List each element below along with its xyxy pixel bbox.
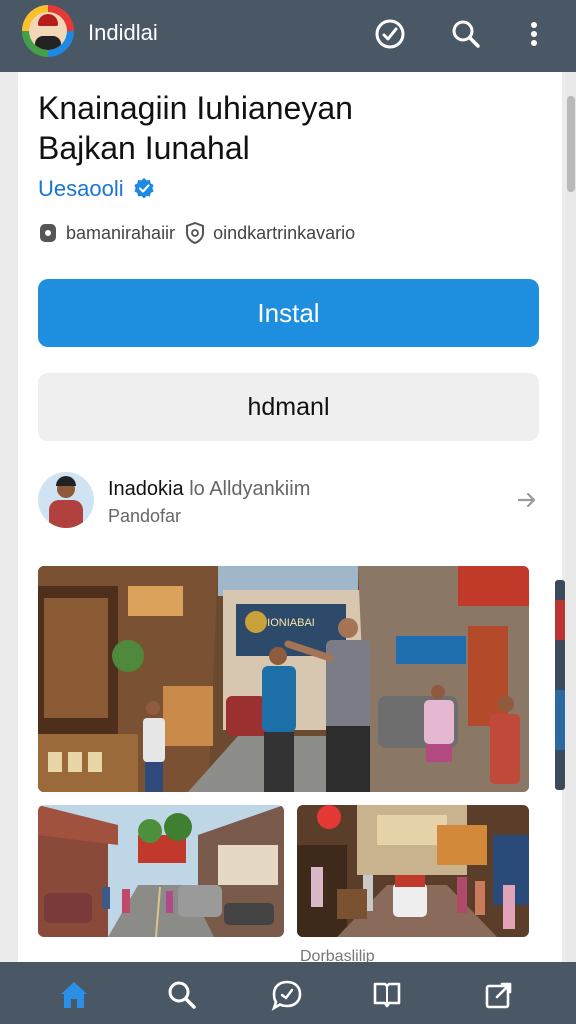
home-icon[interactable] [57,978,91,1012]
share-icon[interactable] [482,978,516,1012]
developer-row[interactable]: Uesaooli [38,176,156,202]
meta-item: bamanirahaiir [38,222,175,244]
search-icon[interactable] [448,16,484,52]
book-icon[interactable] [370,978,404,1012]
install-button[interactable]: Instal [38,279,539,347]
meta-item: oindkartrinkavario [185,222,355,244]
publisher-avatar [38,472,94,528]
app-name: Knainagiin Iuhianeyan Bajkan Iunahal [38,88,538,168]
screenshot-market-hall[interactable] [297,805,529,937]
shield-icon [186,222,205,244]
publisher-name: Inadokia [108,478,184,500]
arrow-right-icon[interactable] [515,488,539,512]
publisher-secondary: lo Alldyankiim [189,478,311,500]
meta-text: oindkartrinkavario [213,222,356,243]
app-name-line2: Bajkan Iunahal [38,130,250,166]
check-circle-icon[interactable] [372,16,408,52]
top-app-bar: Indidlai [0,0,576,72]
developer-name[interactable]: Uesaooli [38,176,124,202]
scrollbar[interactable] [566,72,576,962]
publisher-subtitle: Pandofar [108,506,182,526]
search-icon[interactable] [165,978,199,1012]
publisher-row[interactable]: Inadokia lo Alldyankiim Pandofar [38,472,539,532]
screenshot-town-street[interactable] [38,805,284,937]
bottom-navigation [0,962,576,1024]
next-section-peek: Dorbaslilip [300,948,375,962]
app-logo-avatar[interactable] [22,5,74,57]
verified-badge-icon [134,178,154,199]
chat-icon[interactable] [270,978,304,1012]
screenshot-market-street[interactable]: IONIABAI [38,566,529,792]
screenshot-peek-right[interactable] [555,580,565,790]
app-meta-row: bamanirahaiir oindkartrinkavario [38,222,355,244]
more-vertical-icon[interactable] [516,16,552,52]
app-bar-title: Indidlai [88,20,158,45]
meta-text: bamanirahaiir [66,222,176,243]
secondary-action-button[interactable]: hdmanl [38,373,539,441]
tag-icon [40,224,56,242]
shop-sign-text: IONIABAI [267,617,315,629]
scrollbar-thumb[interactable] [567,96,575,192]
app-name-line1: Knainagiin Iuhianeyan [38,90,353,126]
publisher-title: Inadokia lo Alldyankiim [108,478,310,501]
